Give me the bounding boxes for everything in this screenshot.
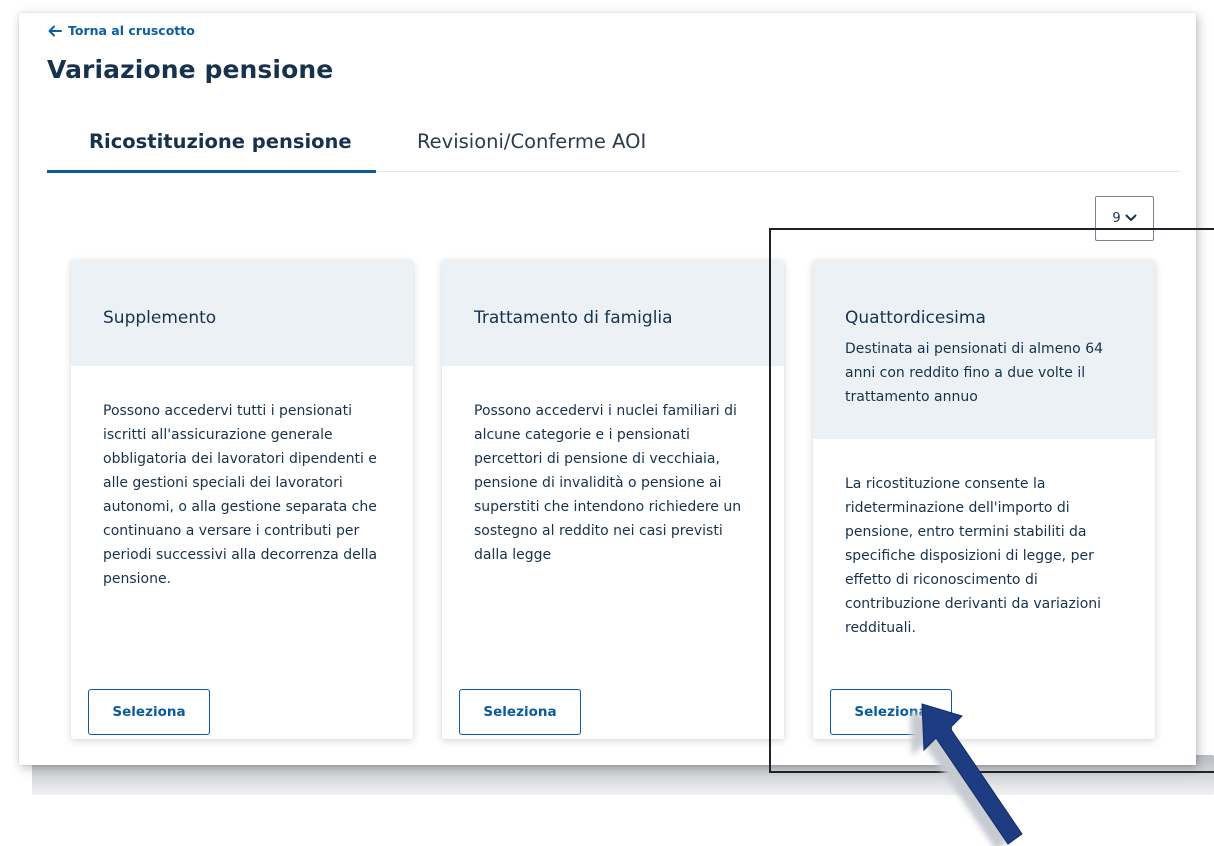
seleziona-button[interactable]: Seleziona [830, 689, 952, 735]
card-header: Trattamento di famiglia [442, 260, 784, 366]
tab-revisioni-conferme-aoi[interactable]: Revisioni/Conferme AOI [417, 130, 646, 153]
card-trattamento-di-famiglia: Trattamento di famiglia Possono accederv… [442, 260, 784, 739]
arrow-left-icon [48, 25, 62, 37]
chevron-down-icon [1125, 211, 1137, 226]
card-header: Supplemento [71, 260, 413, 366]
seleziona-button[interactable]: Seleziona [88, 689, 210, 735]
card-quattordicesima: Quattordicesima Destinata ai pensionati … [813, 260, 1155, 739]
page-size-select[interactable]: 9 [1095, 196, 1154, 241]
page-size-value: 9 [1112, 211, 1121, 226]
back-link-label: Torna al cruscotto [68, 23, 195, 38]
card-title: Trattamento di famiglia [474, 308, 673, 328]
card-description: Possono accedervi tutti i pensionati isc… [103, 403, 378, 587]
tab-ricostituzione-pensione[interactable]: Ricostituzione pensione [89, 130, 352, 153]
card-description: La ricostituzione consente la ridetermin… [845, 476, 1102, 636]
tab-bar: Ricostituzione pensione Revisioni/Confer… [47, 123, 1181, 173]
card-supplemento: Supplemento Possono accedervi tutti i pe… [71, 260, 413, 739]
page-title: Variazione pensione [47, 55, 334, 84]
card-description: Possono accedervi i nuclei familiari di … [474, 403, 742, 563]
page-panel: Torna al cruscotto Variazione pensione R… [19, 13, 1196, 765]
card-subtitle: Destinata ai pensionati di almeno 64 ann… [845, 341, 1104, 405]
card-title: Supplemento [103, 308, 217, 328]
card-title: Quattordicesima [845, 308, 986, 328]
screenshot-stage: Torna al cruscotto Variazione pensione R… [0, 0, 1214, 846]
active-tab-indicator [47, 170, 376, 173]
seleziona-button[interactable]: Seleziona [459, 689, 581, 735]
back-link[interactable]: Torna al cruscotto [48, 23, 195, 38]
card-header: Quattordicesima Destinata ai pensionati … [813, 260, 1155, 439]
